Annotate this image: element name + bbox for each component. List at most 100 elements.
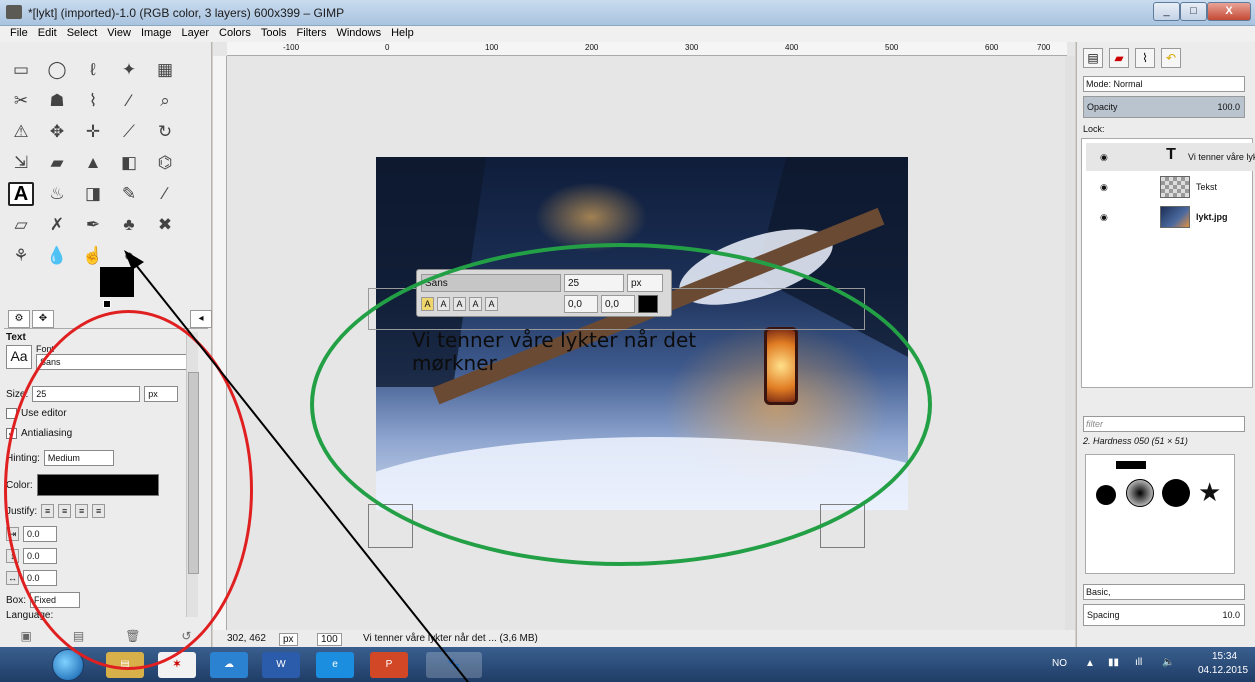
foreground-color-swatch[interactable] <box>100 267 134 297</box>
horizontal-ruler[interactable]: -100 0 100 200 300 400 500 600 700 <box>227 42 1067 56</box>
eye-icon[interactable]: ◉ <box>1100 212 1108 223</box>
text-tool-icon[interactable]: A <box>8 182 34 206</box>
undo-tab-icon[interactable]: ↶ <box>1161 48 1181 68</box>
onedrive-icon[interactable]: ☁ <box>210 652 248 678</box>
clock-date[interactable]: 04.12.2015 <box>1198 665 1248 676</box>
dodge-burn-icon[interactable]: ● <box>116 244 142 268</box>
fuzzy-select-icon[interactable]: ✦ <box>116 58 142 82</box>
ruler-tick-label: 100 <box>485 43 499 52</box>
minimize-button[interactable]: _ <box>1153 2 1180 21</box>
brush-preset-select[interactable]: Basic, <box>1083 584 1245 600</box>
color-select-icon[interactable]: ▦ <box>152 58 178 82</box>
scale-icon[interactable]: ⇲ <box>8 151 34 175</box>
perspective-icon[interactable]: ▲ <box>80 151 106 175</box>
blend-icon[interactable]: ◨ <box>80 182 106 206</box>
eye-icon[interactable]: ◉ <box>1100 152 1108 163</box>
volume-icon[interactable]: 🔈 <box>1162 657 1174 668</box>
eraser-icon[interactable]: ▱ <box>8 213 34 237</box>
mode-select[interactable]: Mode: Normal <box>1083 76 1245 92</box>
ink-icon[interactable]: ✒ <box>80 213 106 237</box>
pointer-coordinates: 302, 462 <box>227 633 266 644</box>
bucket-fill-icon[interactable]: ♨ <box>44 182 70 206</box>
pencil-icon[interactable]: ✎ <box>116 182 142 206</box>
menu-windows[interactable]: Windows <box>332 26 387 42</box>
rect-select-icon[interactable]: ▭ <box>8 58 34 82</box>
scissors-icon[interactable]: ✂ <box>8 89 34 113</box>
spacing-slider[interactable]: Spacing 10.0 <box>1083 604 1245 626</box>
menu-file[interactable]: File <box>6 26 34 42</box>
network-icon[interactable]: ▮▮ <box>1108 657 1119 668</box>
brush-filter-input[interactable]: filter <box>1083 416 1245 432</box>
shear-icon[interactable]: ▰ <box>44 151 70 175</box>
gimp-task-icon[interactable]: 🐾 <box>426 652 482 678</box>
zoom-icon[interactable]: ⌕ <box>152 89 178 113</box>
blur-icon[interactable]: 💧 <box>44 244 70 268</box>
opacity-slider[interactable]: Opacity 100.0 <box>1083 96 1245 118</box>
color-picker-icon[interactable]: ⁄ <box>116 89 142 113</box>
tray-expand-icon[interactable]: ▲ <box>1085 658 1095 669</box>
close-button[interactable]: X <box>1207 2 1251 21</box>
clone-icon[interactable]: ♣ <box>116 213 142 237</box>
layer-row[interactable]: ◉ T Vi tenner våre lyk <box>1086 143 1255 171</box>
status-unit-select[interactable]: px <box>279 633 298 646</box>
layer-row[interactable]: ◉ Tekst <box>1086 173 1255 201</box>
flip-icon[interactable]: ◧ <box>116 151 142 175</box>
crop-icon[interactable]: ⟋ <box>116 120 142 144</box>
move-icon[interactable]: ✥ <box>44 120 70 144</box>
menu-edit[interactable]: Edit <box>34 26 63 42</box>
powerpoint-icon[interactable]: P <box>370 652 408 678</box>
word-icon[interactable]: W <box>262 652 300 678</box>
menu-layer[interactable]: Layer <box>178 26 216 42</box>
signal-icon[interactable]: ıll <box>1135 657 1142 668</box>
heal-icon[interactable]: ✖ <box>152 213 178 237</box>
clock-time[interactable]: 15:34 <box>1212 651 1237 662</box>
tool-options-tab[interactable]: ⚙ <box>8 310 30 328</box>
brush-star-icon[interactable]: ★ <box>1198 479 1221 505</box>
layer-row[interactable]: ◉ lykt.jpg <box>1086 203 1255 231</box>
tab-menu-icon[interactable]: ◂ <box>190 310 212 328</box>
spacing-label: Spacing <box>1087 610 1120 620</box>
paths-icon[interactable]: ⌇ <box>80 89 106 113</box>
font-preview-button[interactable]: Aa <box>6 345 32 369</box>
zoom-select[interactable]: 100 <box>317 633 342 646</box>
measure-icon[interactable]: ⚠ <box>8 120 34 144</box>
brush-item[interactable] <box>1096 485 1116 505</box>
menu-colors[interactable]: Colors <box>215 26 257 42</box>
smudge-icon[interactable]: ☝ <box>80 244 106 268</box>
ruler-tick-label: 0 <box>385 43 390 52</box>
menu-tools[interactable]: Tools <box>257 26 293 42</box>
layer-name: lykt.jpg <box>1196 212 1228 222</box>
layers-tab-icon[interactable]: ▤ <box>1083 48 1103 68</box>
eye-icon[interactable]: ◉ <box>1100 182 1108 193</box>
right-dock: ▤ ▰ ⌇ ↶ Mode: Normal Opacity 100.0 Lock:… <box>1076 42 1255 647</box>
canvas-area: -100 0 100 200 300 400 500 600 700 Sans … <box>213 42 1075 647</box>
free-select-icon[interactable]: ℓ <box>80 58 106 82</box>
brush-item[interactable] <box>1162 479 1190 507</box>
brush-grid[interactable]: ★ <box>1085 454 1235 574</box>
layer-name: Tekst <box>1196 182 1218 192</box>
foreground-select-icon[interactable]: ☗ <box>44 89 70 113</box>
menu-select[interactable]: Select <box>63 26 104 42</box>
menu-help[interactable]: Help <box>387 26 420 42</box>
brush-item-selected[interactable] <box>1126 479 1154 507</box>
airbrush-icon[interactable]: ✗ <box>44 213 70 237</box>
language-indicator[interactable]: NO <box>1052 658 1067 669</box>
rotate-icon[interactable]: ↻ <box>152 120 178 144</box>
perspective-clone-icon[interactable]: ⚘ <box>8 244 34 268</box>
align-icon[interactable]: ✛ <box>80 120 106 144</box>
brush-item[interactable] <box>1116 461 1146 469</box>
menu-view[interactable]: View <box>103 26 137 42</box>
paintbrush-icon[interactable]: ∕ <box>152 182 178 206</box>
save-options-icon[interactable]: ▣ <box>21 629 32 643</box>
canvas-vertical-scrollbar[interactable] <box>1065 56 1075 631</box>
tool-grid: ▭ ◯ ℓ ✦ ▦ ✂ ☗ ⌇ ⁄ ⌕ ⚠ ✥ ✛ ⟋ ↻ ⇲ ▰ ▲ ◧ ⌬ … <box>8 58 188 275</box>
ellipse-select-icon[interactable]: ◯ <box>44 58 70 82</box>
cage-icon[interactable]: ⌬ <box>152 151 178 175</box>
internet-explorer-icon[interactable]: e <box>316 652 354 678</box>
channels-tab-icon[interactable]: ▰ <box>1109 48 1129 68</box>
menu-filters[interactable]: Filters <box>293 26 333 42</box>
maximize-button[interactable]: □ <box>1180 2 1207 21</box>
device-status-tab[interactable]: ✥ <box>32 310 54 328</box>
paths-tab-icon[interactable]: ⌇ <box>1135 48 1155 68</box>
menu-image[interactable]: Image <box>137 26 178 42</box>
